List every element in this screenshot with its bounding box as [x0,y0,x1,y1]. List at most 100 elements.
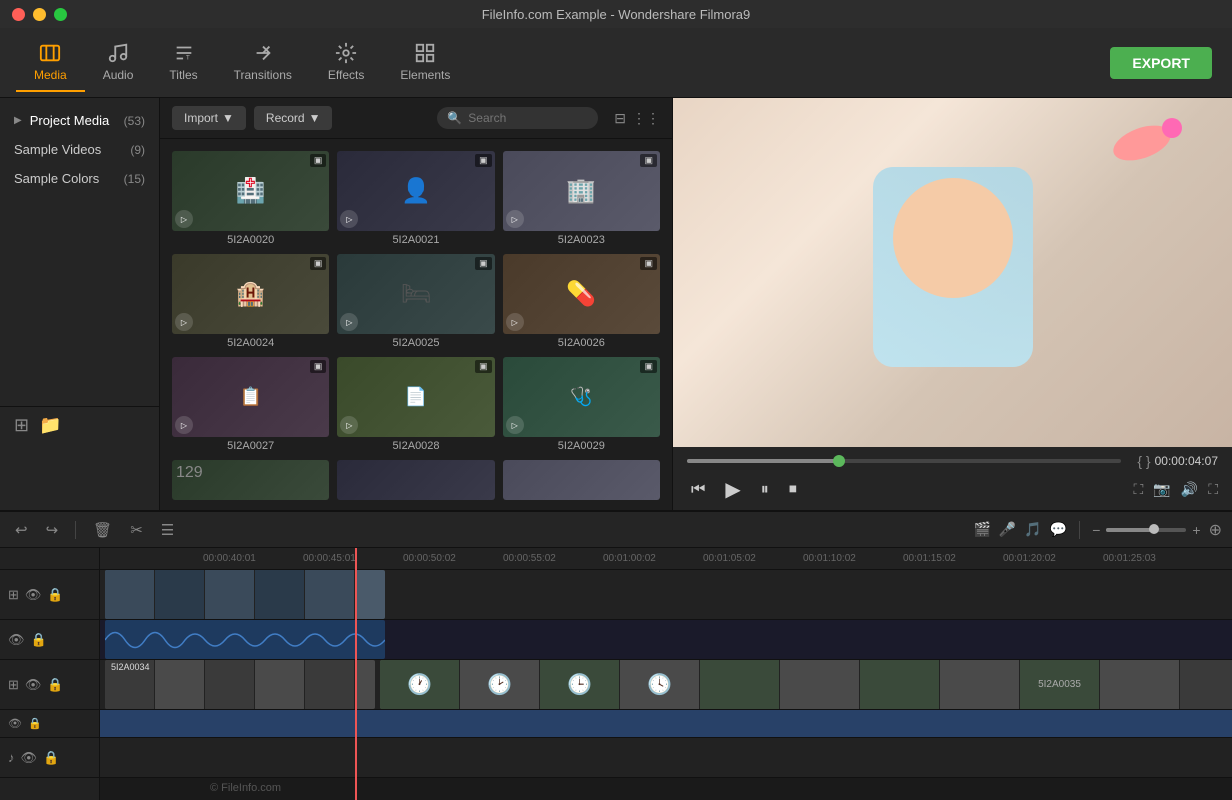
media-item-5I2A0021[interactable]: ▣ ▷ 👤 5I2A0021 [337,151,494,246]
media-item-5I2A0023[interactable]: ▣ ▷ 🏢 5I2A0023 [503,151,660,246]
eye-icon-2[interactable]: 👁 [8,632,25,648]
eye-icon-3[interactable]: 👁 [25,677,42,693]
media-icon [39,42,61,64]
media-thumb-5I2A0021: ▣ ▷ 👤 [337,151,494,231]
eye-icon-4[interactable]: 👁 [8,717,22,730]
scrubber-fill [687,459,839,463]
cut-button[interactable]: ✂ [125,519,148,541]
video-clip-1[interactable] [105,570,385,619]
zoom-slider[interactable] [1106,528,1186,532]
media-label-5I2A0026: 5I2A0026 [503,337,660,349]
media-thumb-5I2A0027: ▣ ▷ 📋 [172,357,329,437]
scrubber-thumb[interactable] [833,455,845,467]
grid-icon-2[interactable]: ⊞ [8,677,19,693]
add-track-icon[interactable]: ⊕ [1209,520,1222,540]
captions-icon[interactable]: 💬 [1050,521,1067,538]
media-item-5I2A0025[interactable]: ▣ ▷ 🛏 5I2A0025 [337,254,494,349]
media-thumb-5I2A0023: ▣ ▷ 🏢 [503,151,660,231]
volume-icon[interactable]: 🔊 [1181,481,1198,498]
track-ctrl-audio1: 👁 🔒 [0,620,99,660]
redo-button[interactable]: ↪ [41,519,64,541]
minimize-button[interactable] [33,8,46,21]
scrubber-track[interactable] [687,459,1121,463]
lock-icon-4[interactable]: 🔒 [28,717,42,730]
timeline-area: ↩ ↪ 🗑 ✂ ☰ 🎬 🎤 🎵 💬 − + ⊕ [0,510,1232,800]
traffic-lights[interactable] [12,8,67,21]
video-clip-2b[interactable]: 🕐 🕑 🕒 🕓 5I2A0035 [380,660,1232,709]
playhead[interactable] [355,548,357,800]
media-play-icon: ▷ [506,313,524,331]
time-display: 00:00:04:07 [1155,454,1218,468]
sidebar-item-sample-colors[interactable]: Sample Colors (15) [0,164,159,193]
zoom-thumb[interactable] [1149,524,1159,534]
nav-item-elements[interactable]: Elements [382,34,468,92]
media-item-5I2A0020[interactable]: ▣ ▷ 🏥 5I2A0020 [172,151,329,246]
new-folder-icon[interactable]: 📁 [39,415,61,436]
filter-icon[interactable]: ⊟ [614,110,626,127]
clip-label-1: 5I2A0034 [111,662,150,672]
eye-icon-5[interactable]: 👁 [21,750,38,766]
search-input[interactable] [468,111,588,125]
lock-icon[interactable]: 🔒 [47,587,63,603]
media-label-5I2A0023: 5I2A0023 [503,234,660,246]
grid-view-icon[interactable]: ⋮⋮ [632,110,660,127]
step-back-button[interactable]: ⏮ [687,479,709,501]
nav-item-transitions[interactable]: Transitions [216,34,310,92]
blue-bar[interactable] [100,710,1232,737]
timeline-ruler: 00:00:40:01 00:00:45:01 00:00:50:02 00:0… [100,548,1232,570]
lock-icon-2[interactable]: 🔒 [31,632,47,648]
lock-icon-5[interactable]: 🔒 [43,750,59,766]
play-button[interactable]: ▶ [721,475,744,504]
sidebar-label-sample-colors: Sample Colors [14,171,99,186]
undo-button[interactable]: ↩ [10,519,33,541]
stop-button[interactable]: ⏹ [785,479,801,501]
fullscreen-icon[interactable]: ⛶ [1208,481,1218,498]
export-button[interactable]: EXPORT [1110,47,1212,79]
nav-item-media[interactable]: Media [16,34,85,92]
record-button[interactable]: Record ▼ [254,106,333,130]
media-item-partial1[interactable]: 129 [172,460,329,500]
zoom-in-icon[interactable]: + [1192,522,1200,538]
media-thumb-overlay: ▣ [640,257,657,270]
mic-icon[interactable]: 🎤 [999,521,1016,538]
list-button[interactable]: ☰ [156,519,179,541]
sidebar-item-project-media[interactable]: ▶ Project Media (53) [0,106,159,135]
track-ctrl-music: ♪ 👁 🔒 [0,738,99,778]
snapshot-icon[interactable]: 📷 [1153,481,1170,498]
audio-waveform [105,620,385,659]
maximize-button[interactable] [54,8,67,21]
zoom-out-icon[interactable]: − [1092,522,1100,538]
media-item-5I2A0026[interactable]: ▣ ▷ 💊 5I2A0026 [503,254,660,349]
media-item-5I2A0027[interactable]: ▣ ▷ 📋 5I2A0027 [172,357,329,452]
nav-item-audio[interactable]: Audio [85,34,152,92]
media-item-partial3[interactable] [503,460,660,500]
track-row-music [100,738,1232,778]
audio-wave-clip[interactable] [105,620,385,659]
media-item-5I2A0029[interactable]: ▣ ▷ 🩺 5I2A0029 [503,357,660,452]
video-clip-2a[interactable]: 5I2A0034 [105,660,375,709]
media-item-partial2[interactable] [337,460,494,500]
clip-icon[interactable]: 🎬 [973,521,990,538]
transitions-icon [252,42,274,64]
music-icon[interactable]: 🎵 [1024,521,1041,538]
add-media-icon[interactable]: ⊞ [14,415,29,436]
close-button[interactable] [12,8,25,21]
nav-item-effects[interactable]: Effects [310,34,382,92]
nav-item-titles[interactable]: T Titles [151,34,215,92]
media-item-5I2A0024[interactable]: ▣ ▷ 🏨 5I2A0024 [172,254,329,349]
lock-icon-3[interactable]: 🔒 [47,677,63,693]
track-row-blue [100,710,1232,738]
copyright: © FileInfo.com [210,782,281,794]
import-button[interactable]: Import ▼ [172,106,246,130]
eye-icon[interactable]: 👁 [25,587,42,603]
toolbar-separator-2 [1079,521,1080,539]
media-play-icon: ▷ [506,416,524,434]
filmstrip-frame [155,660,205,709]
search-box[interactable]: 🔍 [437,107,598,129]
media-item-5I2A0028[interactable]: ▣ ▷ 📄 5I2A0028 [337,357,494,452]
delete-button[interactable]: 🗑 [88,519,117,541]
grid-icon[interactable]: ⊞ [8,587,19,603]
fit-to-window-icon[interactable]: ⛶ [1134,481,1144,498]
sidebar-item-sample-videos[interactable]: Sample Videos (9) [0,135,159,164]
pause-button[interactable]: ⏸ [757,479,773,501]
